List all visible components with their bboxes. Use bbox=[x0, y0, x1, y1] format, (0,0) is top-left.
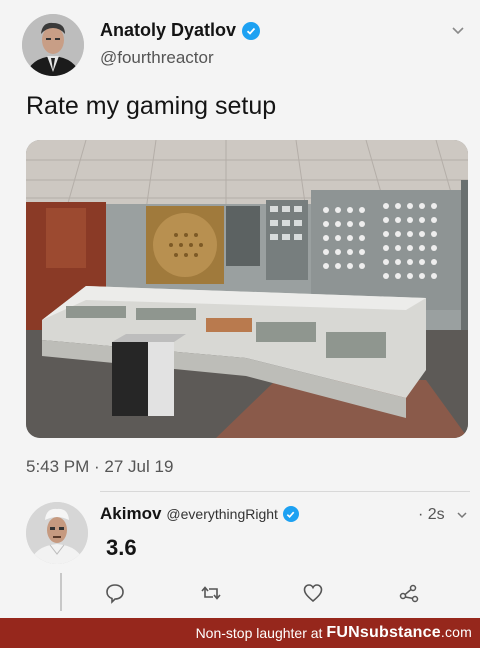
chevron-down-icon[interactable] bbox=[456, 508, 468, 522]
tweet-text: Rate my gaming setup bbox=[26, 92, 277, 120]
share-icon[interactable] bbox=[398, 582, 420, 604]
like-icon[interactable] bbox=[302, 582, 324, 604]
author-name-text[interactable]: Anatoly Dyatlov bbox=[100, 20, 236, 41]
retweet-icon[interactable] bbox=[200, 582, 222, 604]
author-handle[interactable]: @fourthreactor bbox=[100, 48, 214, 68]
thread-line bbox=[60, 573, 62, 611]
footer-text: Non-stop laughter at bbox=[195, 625, 323, 641]
reply-avatar[interactable] bbox=[26, 502, 88, 564]
reply-text: 3.6 bbox=[106, 535, 137, 560]
tweet-timestamp[interactable]: 5:43 PM · 27 Jul 19 bbox=[26, 457, 173, 477]
tweet-photo[interactable] bbox=[26, 140, 468, 438]
author-name[interactable]: Anatoly Dyatlov bbox=[100, 20, 261, 41]
author-avatar[interactable] bbox=[22, 14, 84, 76]
divider bbox=[100, 491, 470, 492]
reply-icon[interactable] bbox=[104, 582, 126, 604]
reply-author-handle[interactable]: @everythingRight bbox=[166, 506, 278, 522]
verified-icon bbox=[282, 506, 299, 522]
footer-brand: FUNsubstance.com bbox=[326, 624, 472, 641]
reply-author[interactable]: Akimov @everythingRight bbox=[100, 504, 299, 524]
reply-time: · 2s bbox=[418, 506, 445, 523]
verified-icon bbox=[242, 21, 261, 40]
watermark-footer: Non-stop laughter at FUNsubstance.com bbox=[0, 618, 480, 648]
chevron-down-icon[interactable] bbox=[448, 20, 468, 40]
reply-author-name[interactable]: Akimov bbox=[100, 504, 161, 524]
control-room-illustration bbox=[26, 140, 468, 438]
